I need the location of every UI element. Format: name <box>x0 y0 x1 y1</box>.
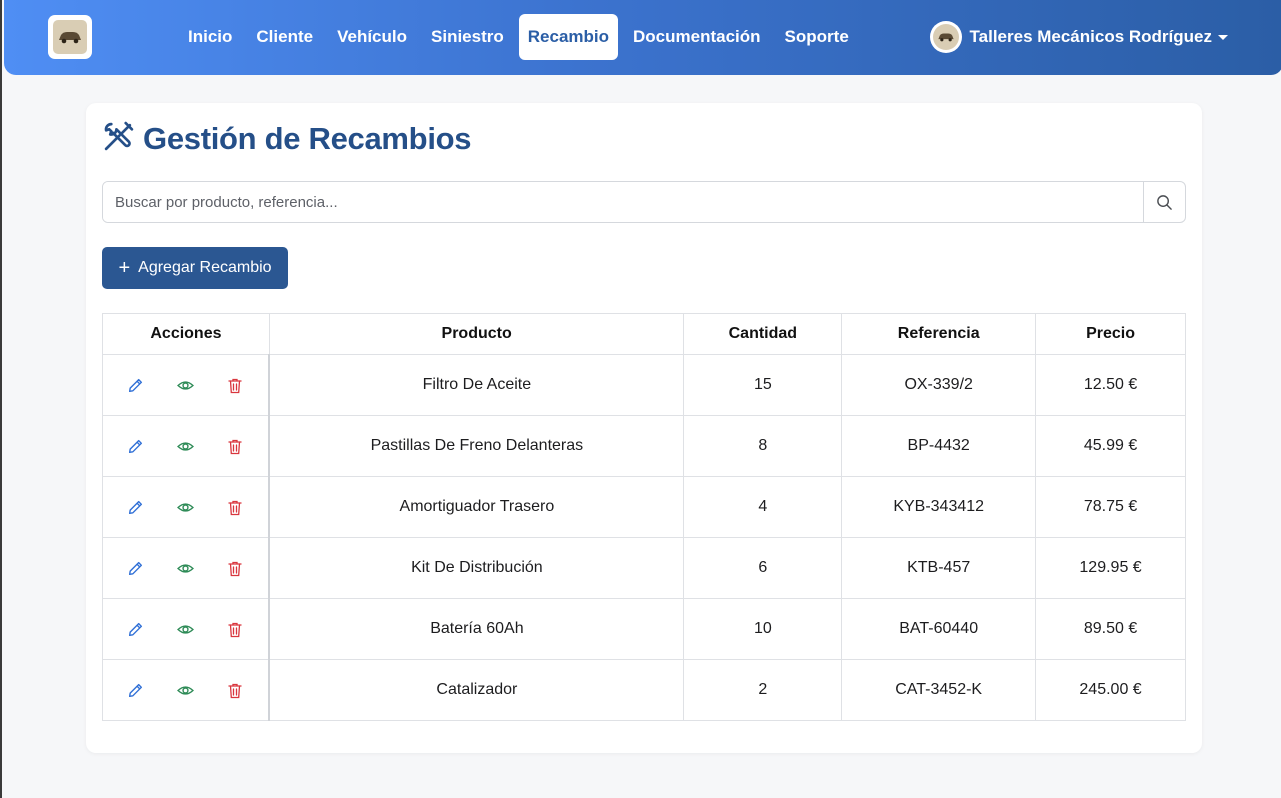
edit-icon[interactable] <box>124 434 148 458</box>
main-nav: Inicio Cliente Vehículo Siniestro Recambio Do… <box>176 14 861 60</box>
delete-icon[interactable] <box>223 556 247 580</box>
page-title: Gestión de Recambios <box>143 121 472 156</box>
row-actions <box>103 434 268 458</box>
cell-quantity: 10 <box>683 598 843 660</box>
edit-icon[interactable] <box>124 373 148 397</box>
table-row: Amortiguador Trasero 4 KYB-343412 78.75 € <box>102 476 1186 538</box>
user-name: Talleres Mecánicos Rodríguez <box>969 27 1212 46</box>
delete-icon[interactable] <box>223 373 247 397</box>
recambios-card: Gestión de Recambios + Agregar Recambio … <box>86 103 1202 753</box>
edit-icon[interactable] <box>124 678 148 702</box>
delete-icon[interactable] <box>223 617 247 641</box>
app-logo[interactable] <box>48 15 92 59</box>
header-quantity[interactable]: Cantidad <box>683 313 843 355</box>
cell-product: Catalizador <box>268 659 685 721</box>
nav-item-inicio[interactable]: Inicio <box>176 14 244 60</box>
table-row: Batería 60Ah 10 BAT-60440 89.50 € <box>102 598 1186 660</box>
cell-product: Pastillas De Freno Delanteras <box>268 415 685 477</box>
row-actions <box>103 556 268 580</box>
cell-quantity: 2 <box>683 659 843 721</box>
cell-reference: BAT-60440 <box>841 598 1037 660</box>
cell-price: 78.75 € <box>1035 476 1186 538</box>
edit-icon[interactable] <box>124 556 148 580</box>
header-price[interactable]: Precio <box>1035 313 1186 355</box>
table-row: Catalizador 2 CAT-3452-K 245.00 € <box>102 659 1186 721</box>
edit-icon[interactable] <box>124 617 148 641</box>
cell-product: Filtro De Aceite <box>268 354 685 416</box>
actions-cell <box>102 598 271 660</box>
search-bar <box>102 181 1186 223</box>
cell-reference: KYB-343412 <box>841 476 1037 538</box>
view-icon[interactable] <box>174 556 198 580</box>
cell-reference: KTB-457 <box>841 537 1037 599</box>
search-icon <box>1157 194 1172 210</box>
tools-icon <box>102 120 135 158</box>
delete-icon[interactable] <box>223 495 247 519</box>
table-row: Kit De Distribución 6 KTB-457 129.95 € <box>102 537 1186 599</box>
nav-item-soporte[interactable]: Soporte <box>773 14 861 60</box>
recambios-table: Acciones Producto Cantidad Referencia Pr… <box>102 313 1186 721</box>
nav-item-vehiculo[interactable]: Vehículo <box>325 14 419 60</box>
user-menu[interactable]: Talleres Mecánicos Rodríguez <box>929 21 1228 53</box>
add-recambio-label: Agregar Recambio <box>138 259 272 276</box>
cell-quantity: 6 <box>683 537 843 599</box>
table-header-row: Acciones Producto Cantidad Referencia Pr… <box>102 313 1186 355</box>
avatar <box>929 21 962 53</box>
cell-product: Batería 60Ah <box>268 598 685 660</box>
actions-cell <box>102 659 271 721</box>
car-logo-icon <box>53 20 87 54</box>
add-recambio-button[interactable]: + Agregar Recambio <box>102 247 288 289</box>
cell-quantity: 15 <box>683 354 843 416</box>
nav-item-recambio[interactable]: Recambio <box>518 14 619 60</box>
nav-item-cliente[interactable]: Cliente <box>244 14 325 60</box>
delete-icon[interactable] <box>223 434 247 458</box>
cell-price: 245.00 € <box>1035 659 1186 721</box>
header-reference[interactable]: Referencia <box>841 313 1037 355</box>
top-navbar: Inicio Cliente Vehículo Siniestro Recambio Do… <box>4 0 1281 75</box>
edit-icon[interactable] <box>124 495 148 519</box>
search-input[interactable] <box>103 182 1143 222</box>
view-icon[interactable] <box>174 495 198 519</box>
plus-icon: + <box>118 257 131 279</box>
cell-price: 129.95 € <box>1035 537 1186 599</box>
actions-cell <box>102 415 271 477</box>
row-actions <box>103 678 268 702</box>
cell-reference: BP-4432 <box>841 415 1037 477</box>
header-product[interactable]: Producto <box>268 313 685 355</box>
cell-price: 12.50 € <box>1035 354 1186 416</box>
nav-item-documentacion[interactable]: Documentación <box>621 14 773 60</box>
cell-quantity: 4 <box>683 476 843 538</box>
delete-icon[interactable] <box>223 678 247 702</box>
cell-quantity: 8 <box>683 415 843 477</box>
table-row: Filtro De Aceite 15 OX-339/2 12.50 € <box>102 354 1186 416</box>
table-row: Pastillas De Freno Delanteras 8 BP-4432 45.… <box>102 415 1186 477</box>
nav-item-siniestro[interactable]: Siniestro <box>419 14 516 60</box>
view-icon[interactable] <box>174 678 198 702</box>
view-icon[interactable] <box>174 373 198 397</box>
search-button[interactable] <box>1143 182 1185 222</box>
row-actions <box>103 373 268 397</box>
cell-product: Kit De Distribución <box>268 537 685 599</box>
caret-down-icon <box>1218 34 1228 40</box>
cell-price: 89.50 € <box>1035 598 1186 660</box>
row-actions <box>103 495 268 519</box>
cell-reference: CAT-3452-K <box>841 659 1037 721</box>
header-actions: Acciones <box>102 313 270 355</box>
actions-cell <box>102 537 271 599</box>
actions-cell <box>102 354 271 416</box>
view-icon[interactable] <box>174 617 198 641</box>
cell-price: 45.99 € <box>1035 415 1186 477</box>
car-logo-icon <box>932 24 959 50</box>
cell-product: Amortiguador Trasero <box>268 476 685 538</box>
row-actions <box>103 617 268 641</box>
page-header: Gestión de Recambios <box>102 119 472 159</box>
actions-cell <box>102 476 271 538</box>
cell-reference: OX-339/2 <box>841 354 1037 416</box>
view-icon[interactable] <box>174 434 198 458</box>
